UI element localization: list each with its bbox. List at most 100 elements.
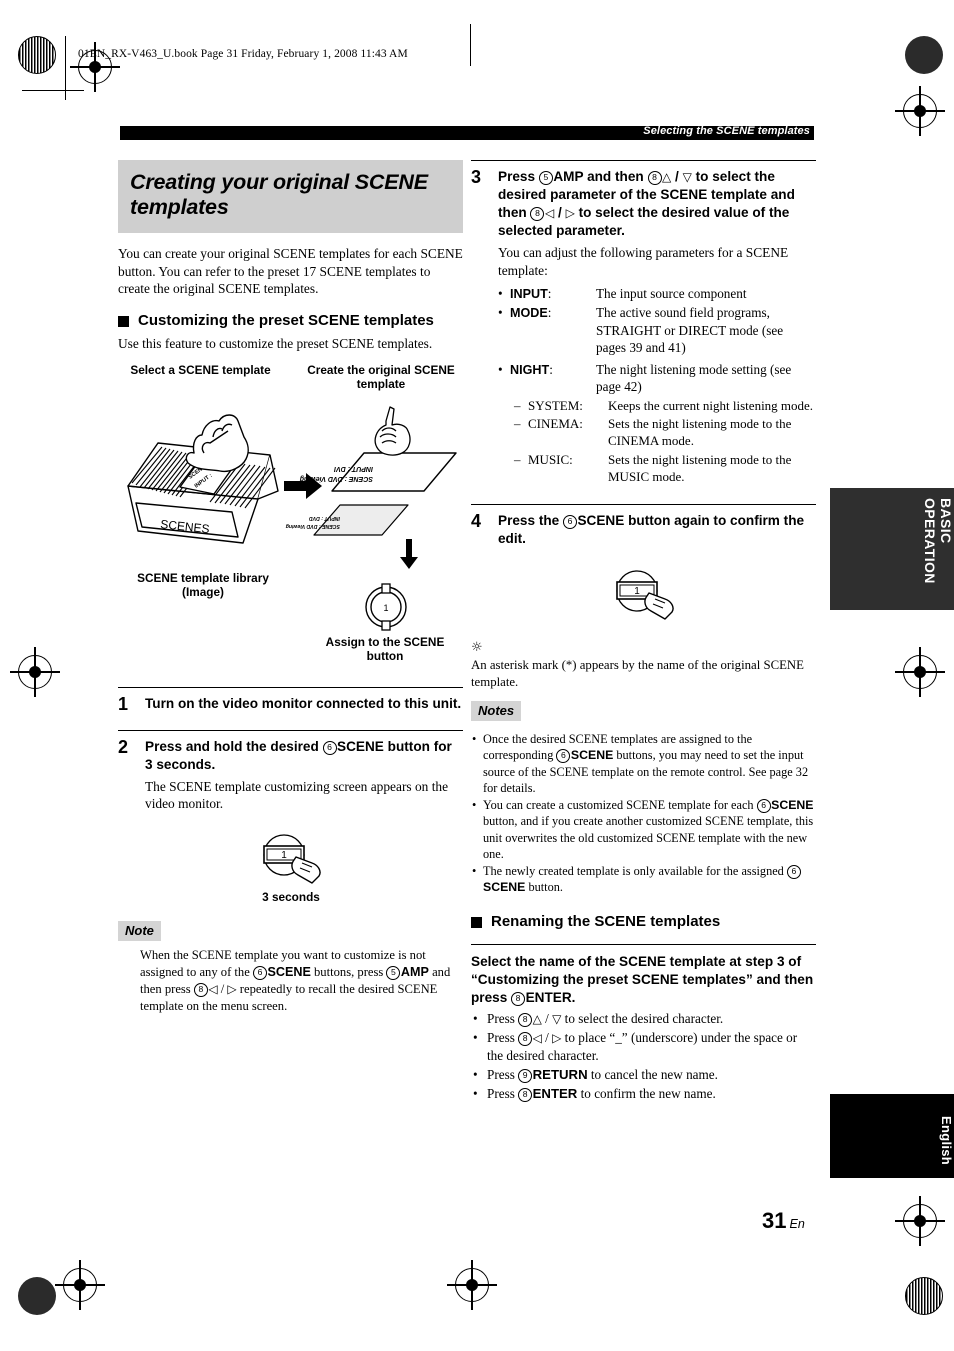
step-1: 1 Turn on the video monitor connected to… xyxy=(118,686,463,716)
button-ref-8-icon: 8 xyxy=(511,992,526,1007)
note-text: When the SCENE template you want to cust… xyxy=(140,948,451,1013)
night-option-music: – MUSIC: Sets the night listening mode t… xyxy=(498,451,816,486)
notes-tag: Notes xyxy=(471,701,522,722)
night-option-key-music: MUSIC: xyxy=(528,451,573,467)
hold-three-seconds-figure: 1 3 seconds xyxy=(118,829,463,911)
parameter-row-input: • INPUT: The input source component xyxy=(498,285,816,303)
note-box: Note When the SCENE template you want to… xyxy=(118,921,463,1015)
intro-paragraph: You can create your original SCENE templ… xyxy=(118,245,463,297)
figure-caption-create: Create the original SCENE template xyxy=(307,362,455,392)
step-1-lead: Turn on the video monitor connected to t… xyxy=(145,695,462,711)
hold-figure-caption: 3 seconds xyxy=(262,890,320,905)
registration-mark-top-right xyxy=(905,36,943,74)
figure-sheet-line2: INPUT : DVI xyxy=(333,465,373,472)
dash-icon: – xyxy=(514,397,521,413)
assign-button-number: 1 xyxy=(383,603,388,613)
button-ref-8-icon: 8 xyxy=(647,171,662,185)
button-ref-6-icon: 6 xyxy=(252,966,267,981)
notes-item-2: You can create a customized SCENE templa… xyxy=(471,797,816,862)
button-ref-6-icon: 6 xyxy=(562,515,577,530)
step-3-sub: You can adjust the following parameters … xyxy=(498,244,789,278)
registration-mark-bottom-right xyxy=(905,1277,943,1315)
crop-target-bottom-center xyxy=(447,1260,497,1310)
side-tab-language: English xyxy=(830,1094,954,1178)
notes-box: Notes Once the desired SCENE templates a… xyxy=(471,701,816,895)
bullet-icon: • xyxy=(498,286,503,302)
crop-target-top-right xyxy=(895,86,945,136)
step-2-lead: Press and hold the desired 6 SCENE button… xyxy=(145,738,452,772)
dash-icon: – xyxy=(514,416,521,432)
dash-icon: – xyxy=(514,451,521,467)
step-3-number: 3 xyxy=(471,167,482,187)
step-4-number: 4 xyxy=(471,511,482,532)
running-head-bar: Selecting the SCENE templates xyxy=(120,125,814,140)
figure-sheet2-line1: SCENE : DVD Viewing xyxy=(285,523,340,529)
parameter-value-mode: The active sound field programs, STRAIGH… xyxy=(596,305,784,356)
button-ref-8-icon: 8 xyxy=(193,983,208,997)
night-option-key-system: SYSTEM: xyxy=(528,397,583,413)
confirm-press-figure: 1 xyxy=(471,565,816,627)
parameter-value-night: The night listening mode setting (see pa… xyxy=(596,361,792,395)
crop-line-top xyxy=(22,90,84,91)
night-option-value-system: Keeps the current night listening mode. xyxy=(608,397,814,413)
crop-target-left-middle xyxy=(10,647,60,697)
step-1-number: 1 xyxy=(118,693,129,714)
parameter-key-night: NIGHT xyxy=(510,362,550,377)
step-2-number: 2 xyxy=(118,736,129,757)
rename-item-3: Press 9RETURN to cancel the new name. xyxy=(471,1066,816,1084)
section-heading-label: Customizing the preset SCENE templates xyxy=(138,312,434,330)
button-ref-8-icon: 8 xyxy=(530,206,545,221)
parameter-list: • INPUT: The input source component • MO… xyxy=(498,285,816,485)
confirm-button-number: 1 xyxy=(634,586,640,597)
night-option-key-cinema: CINEMA: xyxy=(528,416,583,432)
button-ref-8-icon: 8 xyxy=(518,1032,533,1047)
parameter-row-mode: • MODE: The active sound field programs,… xyxy=(498,304,816,357)
square-bullet-icon xyxy=(118,316,129,328)
figure-library-line1: SCENE template library xyxy=(137,570,269,585)
right-column: 3 Press 5 AMP and then 8 △ / ▽ to select t… xyxy=(471,160,816,1103)
file-header-text: 01EN_RX-V463_U.book Page 31 Friday, Febr… xyxy=(78,48,408,60)
registration-mark-bottom-left xyxy=(18,1277,56,1315)
left-column: Creating your original SCENE templates Y… xyxy=(118,160,463,1015)
figure-sheet2-line2: INPUT : DVD xyxy=(309,515,340,521)
parameter-key-input: INPUT xyxy=(510,287,548,302)
step-4: 4 Press the 6 SCENE button again to confi… xyxy=(471,504,816,551)
button-ref-6-icon: 6 xyxy=(786,864,801,879)
figure-caption-library: SCENE template library (Image) xyxy=(118,571,288,600)
button-ref-6-icon: 6 xyxy=(756,799,771,814)
parameter-row-night: • NIGHT: The night listening mode settin… xyxy=(498,361,816,396)
rename-item-1: Press 8△ / ▽ to select the desired chara… xyxy=(471,1010,816,1028)
button-ref-5-icon: 5 xyxy=(386,966,401,981)
figure-caption-assign: Assign to the SCENE button xyxy=(294,635,476,664)
rename-lead: Select the name of the SCENE template at… xyxy=(471,954,814,1007)
crop-target-bottom-right xyxy=(895,1196,945,1246)
page-number: 31 En xyxy=(762,1208,805,1234)
notes-list: Once the desired SCENE templates are ass… xyxy=(471,731,816,895)
bullet-icon: • xyxy=(498,305,503,321)
parameter-key-mode: MODE xyxy=(510,306,548,321)
night-option-system: – SYSTEM: Keeps the current night listen… xyxy=(498,397,816,414)
step-2: 2 Press and hold the desired 6 SCENE butt… xyxy=(118,729,463,814)
rename-items-list: Press 8△ / ▽ to select the desired chara… xyxy=(471,1010,816,1102)
step-2-sub: The SCENE template customizing screen ap… xyxy=(145,778,449,812)
button-ref-6-icon: 6 xyxy=(322,740,337,755)
figure-caption-select: Select a SCENE template xyxy=(130,362,271,377)
step-3: 3 Press 5 AMP and then 8 △ / ▽ to select t… xyxy=(471,160,816,486)
parameter-value-input: The input source component xyxy=(596,286,747,302)
section-heading-customizing: Customizing the preset SCENE templates xyxy=(118,312,463,331)
night-option-cinema: – CINEMA: Sets the night listening mode … xyxy=(498,415,816,450)
renaming-heading-label: Renaming the SCENE templates xyxy=(491,913,721,931)
rename-item-4: Press 8ENTER to confirm the new name. xyxy=(471,1085,816,1103)
rename-item-2: Press 8◁ / ▷ to place “_” (underscore) u… xyxy=(471,1029,816,1065)
confirm-press-illustration: 1 xyxy=(616,570,674,620)
square-bullet-icon xyxy=(471,917,482,929)
scene-library-illustration: SCENE : INPUT : SCENES SCENE : DVD Viewi… xyxy=(127,406,457,569)
side-tab-basic-operation: BASIC OPERATION xyxy=(830,488,954,610)
press-hold-button-number: 1 xyxy=(281,850,287,861)
bullet-icon: • xyxy=(498,361,503,377)
step-3-lead: Press 5 AMP and then 8 △ / ▽ to select the… xyxy=(498,169,795,238)
registration-mark-top-left xyxy=(18,36,56,74)
assign-caption-line2: button xyxy=(366,649,404,664)
tip-text: An asterisk mark (*) appears by the name… xyxy=(471,658,804,690)
button-ref-6-icon: 6 xyxy=(556,749,571,764)
